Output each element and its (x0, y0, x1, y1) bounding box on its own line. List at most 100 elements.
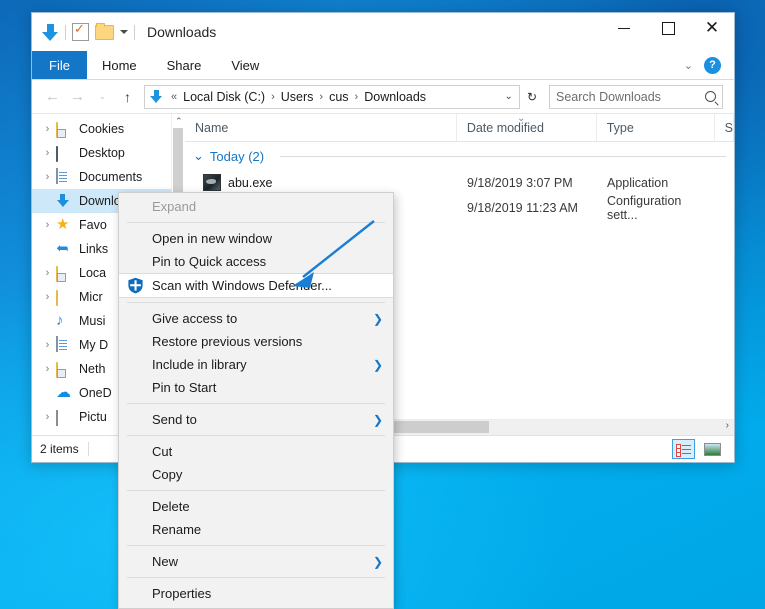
new-folder-icon[interactable] (95, 25, 114, 40)
sidebar-item-documents[interactable]: › Documents (32, 165, 185, 189)
refresh-icon[interactable]: ↻ (527, 90, 537, 104)
menu-separator (127, 545, 385, 546)
back-button[interactable]: ← (40, 85, 65, 109)
submenu-chevron-right-icon: ❯ (373, 358, 383, 372)
picture-icon (56, 409, 74, 425)
group-divider-line (280, 156, 726, 157)
menu-item-scan-with-windows-defender[interactable]: Scan with Windows Defender... (119, 273, 393, 298)
group-collapse-chevron-icon[interactable]: ⌄ (193, 148, 204, 164)
menu-item-label: Restore previous versions (152, 334, 302, 349)
window-controls: ✕ (602, 13, 734, 51)
menu-item-delete[interactable]: Delete (119, 495, 393, 518)
expand-chevron-icon[interactable]: › (39, 291, 56, 303)
column-header-name[interactable]: Name (185, 114, 457, 141)
menu-item-new[interactable]: New ❯ (119, 550, 393, 573)
address-bar[interactable]: « Local Disk (C:) › Users › cus › Downlo… (144, 85, 520, 109)
menu-separator (127, 490, 385, 491)
menu-item-rename[interactable]: Rename (119, 518, 393, 541)
tab-home[interactable]: Home (87, 51, 152, 79)
menu-item-cut[interactable]: Cut (119, 440, 393, 463)
expand-chevron-icon[interactable]: › (39, 339, 56, 351)
address-bar-row: ← → ⌄ ↑ « Local Disk (C:) › Users › cus … (32, 80, 734, 113)
menu-item-label: Expand (152, 199, 196, 214)
breadcrumb-item-cus[interactable]: cus (327, 90, 350, 104)
sidebar-item-label: Loca (79, 266, 106, 280)
menu-item-expand[interactable]: Expand (119, 195, 393, 218)
menu-item-copy[interactable]: Copy (119, 463, 393, 486)
context-menu: Expand Open in new window Pin to Quick a… (118, 192, 394, 609)
close-button[interactable]: ✕ (690, 13, 734, 43)
menu-item-include-in-library[interactable]: Include in library ❯ (119, 353, 393, 376)
breadcrumb-item-local-disk[interactable]: Local Disk (C:) (181, 90, 267, 104)
expand-chevron-icon[interactable]: › (39, 267, 56, 279)
divider (88, 442, 89, 456)
tab-view[interactable]: View (216, 51, 274, 79)
large-icons-view-button[interactable] (701, 439, 724, 459)
expand-chevron-icon[interactable]: › (39, 147, 56, 159)
breadcrumb-overflow[interactable]: « (167, 91, 181, 103)
help-icon[interactable]: ? (704, 57, 721, 74)
sidebar-item-label: Favo (79, 218, 107, 232)
tab-share[interactable]: Share (152, 51, 217, 79)
link-arrow-icon: ➦ (56, 241, 74, 257)
sidebar-item-label: Micr (79, 290, 103, 304)
sidebar-item-cookies[interactable]: › Cookies (32, 117, 185, 141)
recent-locations-chevron-down-icon[interactable]: ⌄ (90, 85, 115, 109)
expand-chevron-icon[interactable]: › (39, 219, 56, 231)
menu-item-pin-to-quick-access[interactable]: Pin to Quick access (119, 250, 393, 273)
up-button[interactable]: ↑ (115, 85, 140, 109)
menu-item-label: Open in new window (152, 231, 272, 246)
address-dropdown-chevron-down-icon[interactable]: ⌄ (505, 91, 513, 102)
download-arrow-icon (56, 193, 74, 209)
folder-shortcut-icon (56, 265, 74, 281)
expand-chevron-icon[interactable]: › (39, 411, 56, 423)
column-header-size[interactable]: S (715, 114, 734, 141)
search-placeholder: Search Downloads (556, 90, 701, 104)
menu-item-label: Delete (152, 499, 190, 514)
menu-item-send-to[interactable]: Send to ❯ (119, 408, 393, 431)
details-view-icon (676, 444, 691, 455)
submenu-chevron-right-icon: ❯ (373, 312, 383, 326)
properties-icon[interactable] (72, 23, 89, 41)
breadcrumb-item-downloads[interactable]: Downloads (362, 90, 428, 104)
ribbon-collapse-chevron-down-icon[interactable]: ⌄ (684, 59, 693, 72)
file-date-cell: 9/18/2019 3:07 PM (457, 176, 597, 190)
breadcrumb-separator: › (351, 91, 363, 103)
menu-item-restore-previous-versions[interactable]: Restore previous versions (119, 330, 393, 353)
sidebar-item-label: Musi (79, 314, 105, 328)
menu-item-give-access-to[interactable]: Give access to ❯ (119, 307, 393, 330)
tab-file[interactable]: File (32, 51, 87, 79)
expand-chevron-icon[interactable]: › (39, 363, 56, 375)
group-header-today[interactable]: ⌄ Today (2) (185, 142, 734, 170)
window-title: Downloads (147, 24, 216, 40)
folder-icon (56, 289, 74, 305)
scroll-right-icon[interactable]: › (726, 420, 729, 431)
expand-chevron-icon[interactable]: › (39, 123, 56, 135)
scroll-up-icon[interactable]: ⌃ (175, 116, 183, 127)
expand-chevron-icon[interactable]: › (39, 171, 56, 183)
menu-separator (127, 403, 385, 404)
breadcrumb-separator: › (267, 91, 279, 103)
column-header-type[interactable]: Type (597, 114, 715, 141)
music-note-icon: ♪ (56, 313, 74, 329)
menu-item-pin-to-start[interactable]: Pin to Start (119, 376, 393, 399)
details-view-button[interactable] (672, 439, 695, 459)
minimize-button[interactable] (602, 13, 646, 43)
maximize-button[interactable] (646, 13, 690, 43)
breadcrumb-separator: › (315, 91, 327, 103)
menu-separator (127, 435, 385, 436)
customize-chevron-down-icon[interactable] (120, 30, 128, 34)
column-header-date-modified[interactable]: Date modified (457, 114, 597, 141)
sidebar-item-label: Cookies (79, 122, 124, 136)
search-input[interactable]: Search Downloads (549, 85, 723, 109)
menu-item-open-in-new-window[interactable]: Open in new window (119, 227, 393, 250)
file-name-cell[interactable]: abu.exe (185, 174, 457, 191)
column-header-row: Name Date modified Type S ⌄ (185, 114, 734, 142)
document-icon (56, 337, 74, 353)
forward-button[interactable]: → (65, 85, 90, 109)
menu-separator (127, 302, 385, 303)
sidebar-item-desktop[interactable]: › Desktop (32, 141, 185, 165)
sidebar-item-label: OneD (79, 386, 112, 400)
breadcrumb-item-users[interactable]: Users (279, 90, 316, 104)
menu-item-properties[interactable]: Properties (119, 582, 393, 605)
